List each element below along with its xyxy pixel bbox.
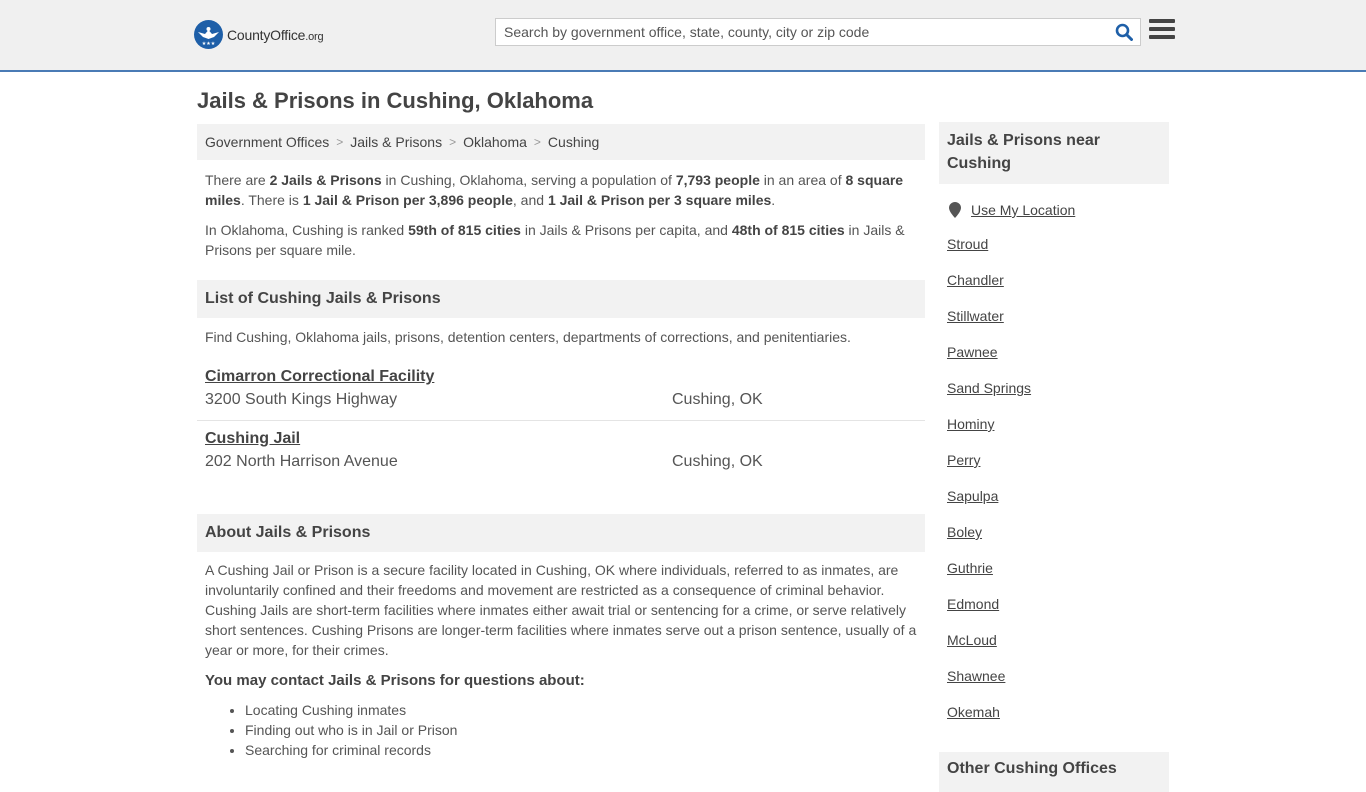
emphasized-stat: 1 Jail & Prison per 3 square miles [547,192,772,208]
breadcrumb-cushing[interactable]: Cushing [548,134,599,150]
facility-name-link[interactable]: Cushing Jail [205,429,300,449]
nearby-city-link[interactable]: Stillwater [939,306,1169,326]
text-segment: . There is [240,192,303,208]
list-item: Locating Cushing inmates [245,700,925,720]
text-segment: There are [205,172,270,188]
list-item: Searching for criminal records [245,740,925,760]
nearby-city-link[interactable]: Okemah [939,702,1169,722]
chevron-right-icon: > [336,135,344,149]
text-segment: , and [512,192,548,208]
intro-rank-paragraph: In Oklahoma, Cushing is ranked 59th of 8… [197,220,925,260]
about-paragraph: A Cushing Jail or Prison is a secure fac… [205,562,917,658]
map-pin-icon [949,202,961,218]
search-icon [1115,23,1133,41]
chevron-right-icon: > [533,135,541,149]
nearby-city-link[interactable]: Chandler [939,270,1169,290]
main-content: Government Offices > Jails & Prisons > O… [197,124,925,760]
emphasized-stat: 7,793 people [675,172,760,188]
nearby-city-link[interactable]: Hominy [939,414,1169,434]
facility-address: 3200 South Kings Highway [205,391,398,408]
nearby-city-link[interactable]: Boley [939,522,1169,542]
search-input[interactable] [496,19,1108,45]
list-heading: List of Cushing Jails & Prisons [197,280,925,318]
about-heading: About Jails & Prisons [197,514,925,552]
hamburger-menu-icon[interactable] [1149,19,1175,43]
nearby-city-link[interactable]: Pawnee [939,342,1169,362]
text-segment: In Oklahoma, Cushing is ranked [205,222,409,238]
breadcrumb-oklahoma[interactable]: Oklahoma [463,134,527,150]
use-location: Use My Location [939,202,1169,218]
nearby-city-link[interactable]: Sapulpa [939,486,1169,506]
nearby-city-link[interactable]: McLoud [939,630,1169,650]
facility-list: Cimarron Correctional Facility 3200 Sout… [197,359,925,482]
chevron-right-icon: > [449,135,457,149]
contact-topics-list: Locating Cushing inmates Finding out who… [197,700,925,760]
facility-item: Cushing Jail 202 North Harrison Avenue C… [197,421,925,482]
text-segment: in an area of [759,172,846,188]
nearby-city-link[interactable]: Edmond [939,594,1169,614]
page-title: Jails & Prisons in Cushing, Oklahoma [197,88,594,113]
breadcrumb: Government Offices > Jails & Prisons > O… [197,124,925,160]
facility-name-link[interactable]: Cimarron Correctional Facility [205,367,434,387]
site-header: ★★★ CountyOffice.org [0,0,1366,72]
text-segment: in Jails & Prisons per capita, and [520,222,732,238]
emphasized-stat: 2 Jails & Prisons [269,172,382,188]
sidebar: Jails & Prisons near Cushing Use My Loca… [939,122,1169,722]
nearby-city-link[interactable]: Shawnee [939,666,1169,686]
breadcrumb-government-offices[interactable]: Government Offices [205,134,329,150]
use-my-location-link[interactable]: Use My Location [971,202,1075,218]
logo-text: CountyOffice.org [227,26,324,43]
emphasized-stat: 1 Jail & Prison per 3,896 people [302,192,513,208]
search-button[interactable] [1108,19,1140,45]
nearby-city-link[interactable]: Sand Springs [939,378,1169,398]
intro-stats-paragraph: There are 2 Jails & Prisons in Cushing, … [197,170,925,210]
facility-item: Cimarron Correctional Facility 3200 Sout… [197,359,925,421]
nearby-city-link[interactable]: Guthrie [939,558,1169,578]
facility-city: Cushing, OK [672,453,763,470]
emphasized-stat: 59th of 815 cities [408,222,521,238]
other-offices-heading: Other Cushing Offices [939,752,1169,792]
search-box [495,18,1141,46]
nearby-cities: Stroud Chandler Stillwater Pawnee Sand Sprin… [939,234,1169,722]
list-description: Find Cushing, Oklahoma jails, prisons, d… [205,329,851,345]
sidebar-heading: Jails & Prisons near Cushing [939,122,1169,184]
contact-heading: You may contact Jails & Prisons for ques… [205,672,585,689]
text-segment: . [771,192,776,208]
logo-eagle-icon: ★★★ [194,20,223,49]
logo-link[interactable]: ★★★ CountyOffice.org [194,20,324,49]
emphasized-stat: 48th of 815 cities [731,222,845,238]
nearby-city-link[interactable]: Perry [939,450,1169,470]
facility-city: Cushing, OK [672,391,763,408]
svg-text:★★★: ★★★ [202,41,216,47]
facility-address: 202 North Harrison Avenue [205,453,398,470]
text-segment: in Cushing, Oklahoma, serving a populati… [381,172,676,188]
breadcrumb-jails-prisons[interactable]: Jails & Prisons [350,134,442,150]
list-item: Finding out who is in Jail or Prison [245,720,925,740]
nearby-city-link[interactable]: Stroud [939,234,1169,254]
